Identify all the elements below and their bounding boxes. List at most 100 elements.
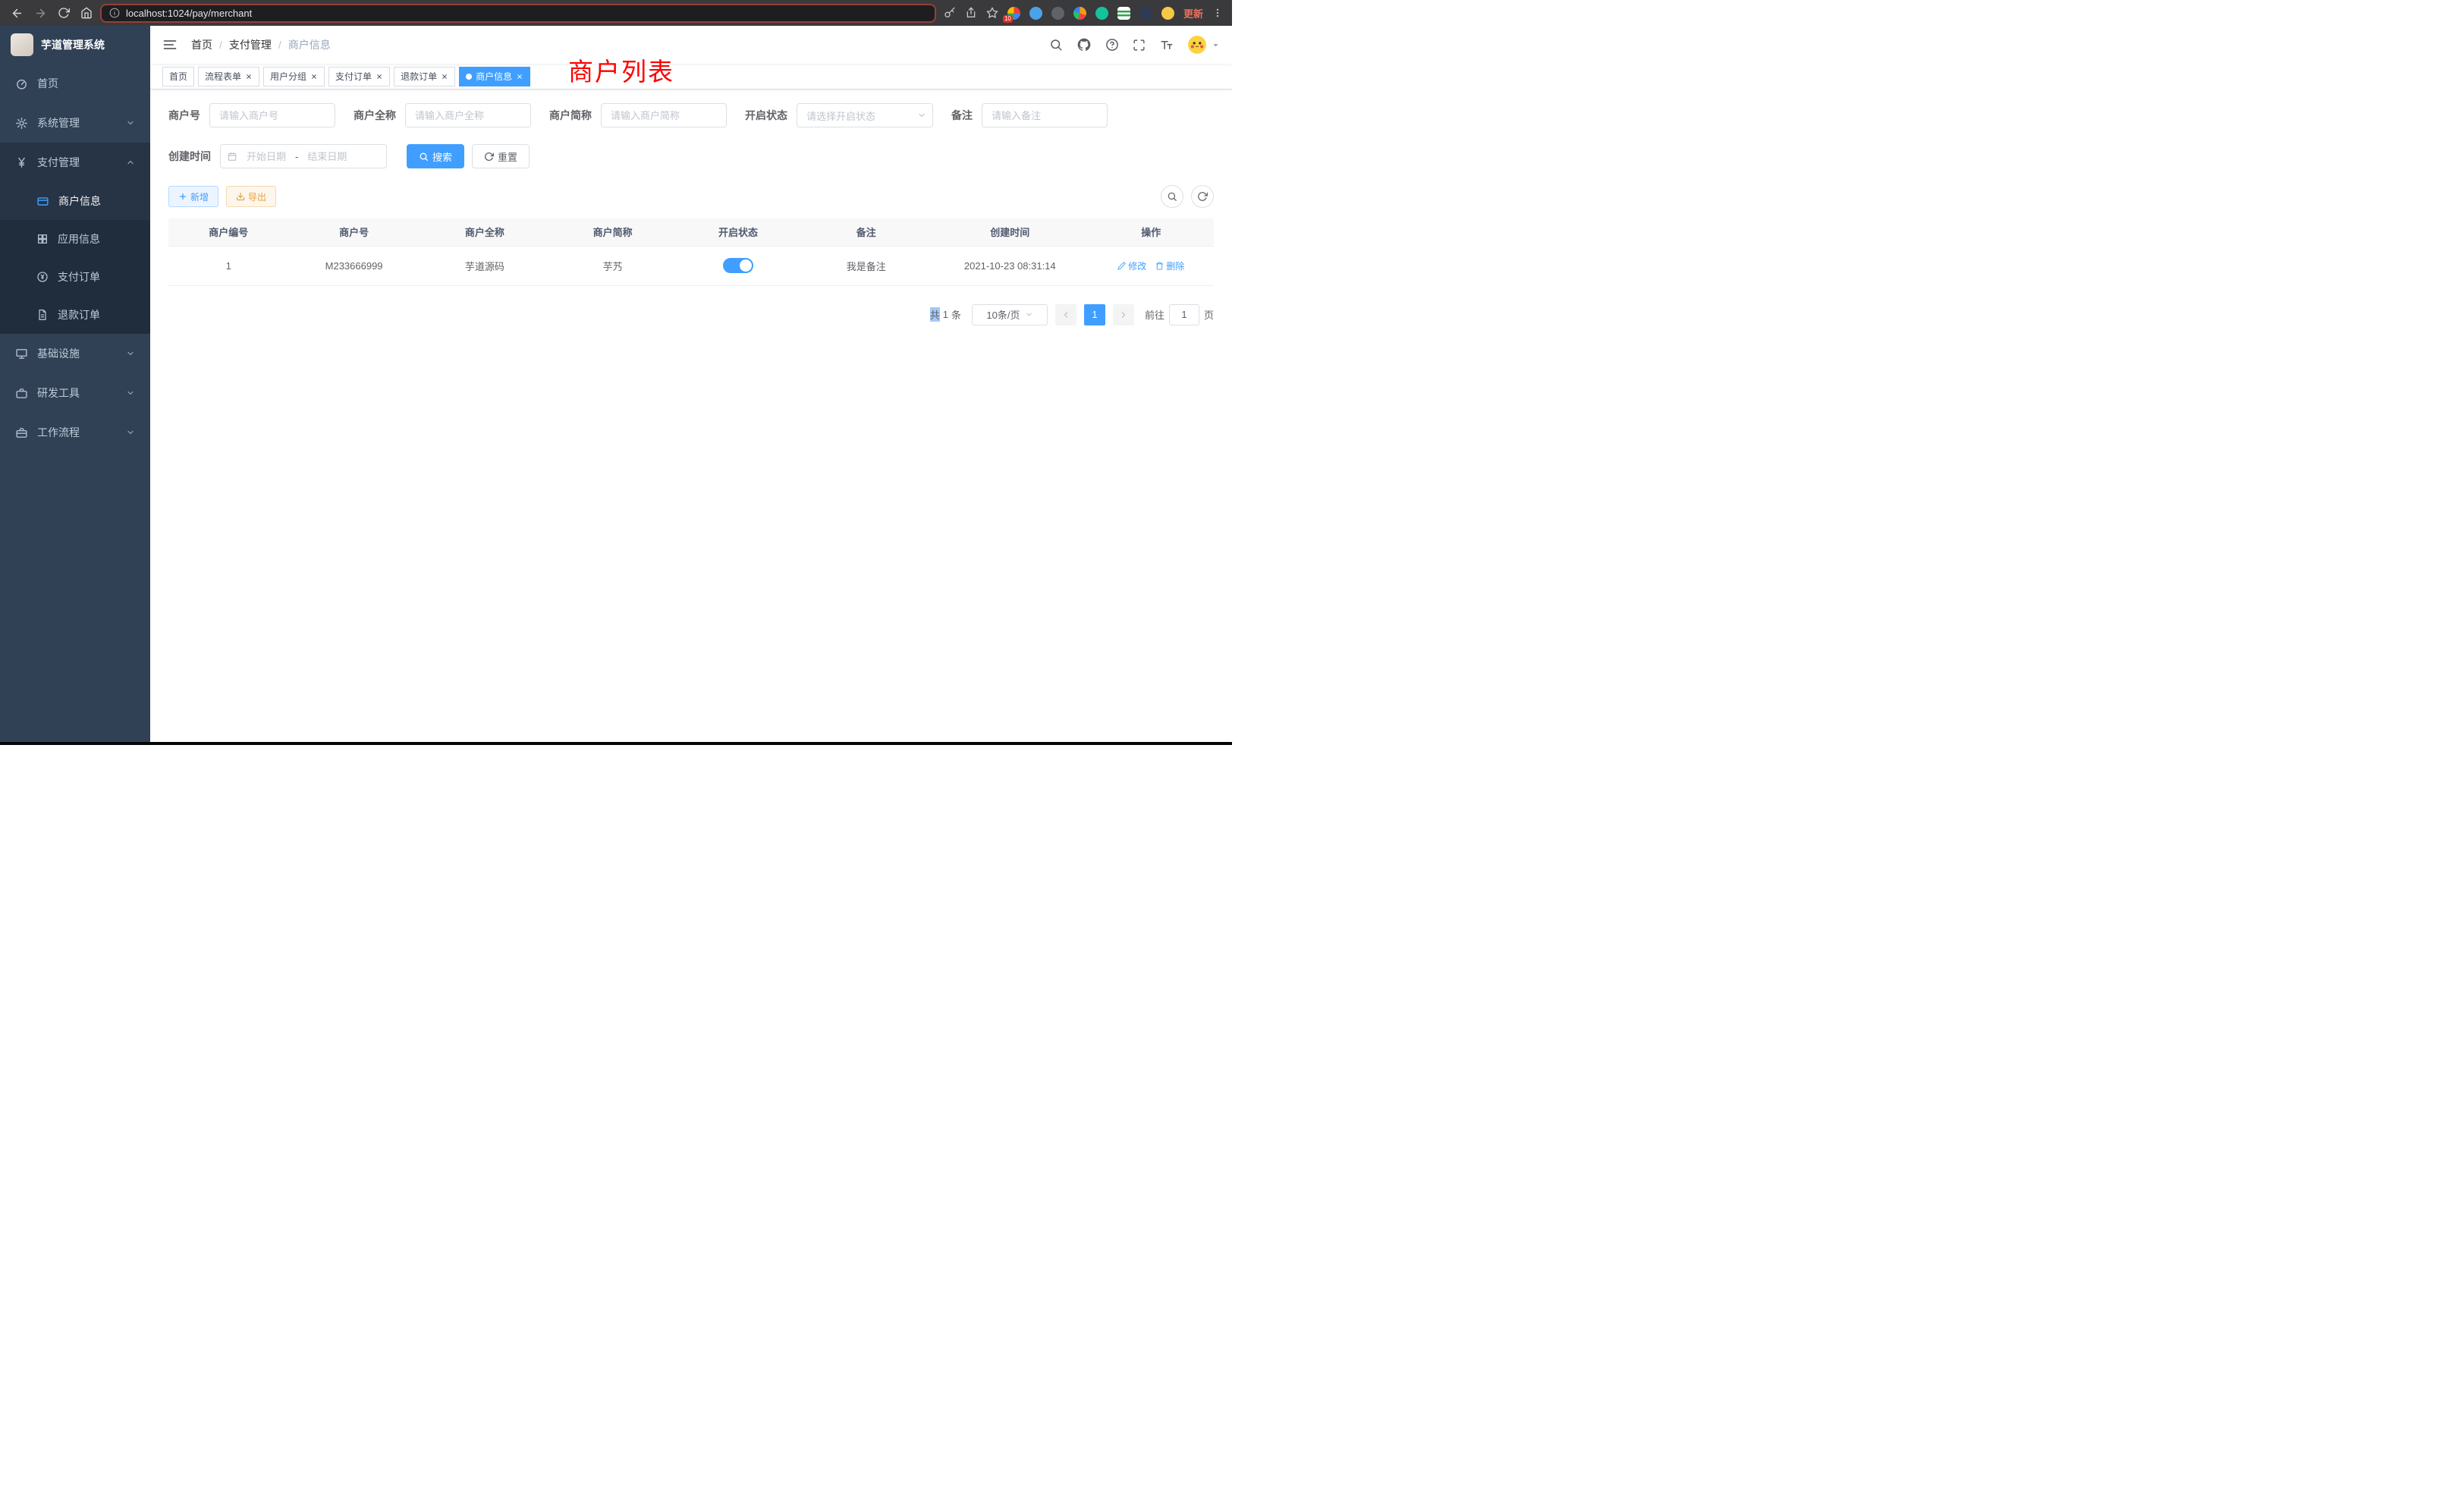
extension-icon[interactable] [1139,7,1152,20]
extension-icon[interactable] [1095,7,1108,20]
goto-page-input[interactable] [1169,304,1199,325]
cell-remark: 我是备注 [801,246,932,285]
column-header: 商户简称 [550,218,675,246]
edit-link[interactable]: 修改 [1117,259,1146,272]
sidebar-item-infra[interactable]: 基础设施 [0,334,150,373]
date-separator: - [294,151,300,162]
remark-input[interactable] [982,103,1108,127]
gear-icon [15,117,28,130]
merchant-table: 商户编号 商户号 商户全称 商户简称 开启状态 备注 创建时间 操作 1 M23… [168,218,1214,286]
filter-row-2: 创建时间 - 搜索 重置 [168,144,1214,168]
browser-home-button[interactable] [80,7,93,19]
breadcrumb-separator: / [219,39,222,51]
sidebar: 芋道管理系统 首页 系统管理 支付管理 商户信息 应用信息 [0,26,150,745]
chevron-right-icon [1119,310,1128,319]
close-icon[interactable] [245,73,253,80]
key-icon[interactable] [944,7,956,19]
tab-merchant-info[interactable]: 商户信息 [459,67,530,86]
sidebar-item-label: 应用信息 [58,231,100,247]
cell-create-time: 2021-10-23 08:31:14 [932,246,1089,285]
date-end-input[interactable] [300,151,354,162]
table-toolbar: 新增 导出 [168,185,1214,208]
browser-back-button[interactable] [11,7,24,20]
sidebar-item-home[interactable]: 首页 [0,64,150,103]
window-bottom-edge [0,742,1232,745]
sidebar-item-system[interactable]: 系统管理 [0,103,150,143]
tags-view: 首页 流程表单 用户分组 支付订单 退款订单 商户信息 [150,64,1232,90]
page-number-active[interactable]: 1 [1084,304,1105,325]
tab-refund-order[interactable]: 退款订单 [394,67,455,86]
toggle-search-button[interactable] [1161,185,1183,208]
sidebar-item-payment[interactable]: 支付管理 [0,143,150,182]
help-icon[interactable] [1105,38,1119,52]
merchant-no-label: 商户号 [168,108,200,123]
sidebar-item-workflow[interactable]: 工作流程 [0,413,150,452]
chevron-down-icon [917,111,926,120]
close-icon[interactable] [516,73,523,80]
breadcrumb-separator: / [278,39,281,51]
share-icon[interactable] [965,7,977,19]
sidebar-item-devtools[interactable]: 研发工具 [0,373,150,413]
date-start-input[interactable] [239,151,294,162]
breadcrumb-item[interactable]: 支付管理 [229,37,272,52]
close-icon[interactable] [376,73,383,80]
extension-icon[interactable] [1029,7,1042,20]
goto-label: 前往 [1145,307,1164,322]
url-bar[interactable]: localhost:1024/pay/merchant [100,4,936,23]
close-icon[interactable] [310,73,318,80]
page-size-select[interactable]: 10条/页 [972,304,1048,325]
table-header-row: 商户编号 商户号 商户全称 商户简称 开启状态 备注 创建时间 操作 [168,218,1214,246]
add-button[interactable]: 新增 [168,186,218,207]
next-page-button[interactable] [1113,304,1134,325]
user-avatar[interactable] [1187,35,1220,55]
tab-user-group[interactable]: 用户分组 [263,67,325,86]
sidebar-item-refund-order[interactable]: 退款订单 [0,296,150,334]
extension-icon[interactable] [1073,7,1086,20]
monitor-icon [15,347,28,360]
bookmark-star-icon[interactable] [986,7,998,19]
reset-button[interactable]: 重置 [472,144,530,168]
search-button[interactable]: 搜索 [407,144,464,168]
create-time-range-picker[interactable]: - [220,144,387,168]
prev-page-button[interactable] [1055,304,1076,325]
browser-menu-icon[interactable] [1212,7,1223,19]
tab-label: 商户信息 [476,70,512,83]
full-name-input[interactable] [405,103,531,127]
github-icon[interactable] [1076,37,1092,52]
hamburger-icon[interactable] [162,37,178,52]
browser-reload-button[interactable] [58,7,70,19]
search-icon[interactable] [1049,38,1063,52]
yen-icon [15,156,28,169]
breadcrumb-item[interactable]: 首页 [191,37,212,52]
merchant-no-input[interactable] [209,103,335,127]
sidebar-item-merchant-info[interactable]: 商户信息 [0,182,150,220]
fullscreen-icon[interactable] [1133,39,1146,52]
app-logo[interactable]: 芋道管理系统 [0,26,150,64]
sidebar-item-app-info[interactable]: 应用信息 [0,220,150,258]
delete-link[interactable]: 删除 [1155,259,1184,272]
pagination: 共 1 条 10条/页 1 前往 页 [168,304,1214,325]
export-button[interactable]: 导出 [226,186,276,207]
refresh-table-button[interactable] [1191,185,1214,208]
extension-icon[interactable] [1051,7,1064,20]
tab-process-form[interactable]: 流程表单 [198,67,259,86]
extension-icon[interactable]: 10 [1007,7,1020,20]
trash-icon [1155,262,1164,270]
extension-icon[interactable] [1161,7,1174,20]
remark-label: 备注 [951,108,973,123]
close-icon[interactable] [441,73,448,80]
active-tab-dot [466,74,472,80]
browser-update-button[interactable]: 更新 [1183,6,1203,20]
font-size-icon[interactable] [1159,38,1174,52]
short-name-input[interactable] [601,103,727,127]
extension-icon[interactable] [1117,7,1130,20]
status-toggle[interactable] [723,258,753,273]
browser-forward-button[interactable] [34,7,47,20]
status-select[interactable]: 请选择开启状态 [797,103,933,127]
status-select-placeholder: 请选择开启状态 [806,108,917,123]
sidebar-item-pay-order[interactable]: 支付订单 [0,258,150,296]
document-icon [36,309,49,321]
tab-home[interactable]: 首页 [162,67,194,86]
tab-pay-order[interactable]: 支付订单 [328,67,390,86]
top-navbar: 首页 / 支付管理 / 商户信息 商户列表 [150,26,1232,64]
